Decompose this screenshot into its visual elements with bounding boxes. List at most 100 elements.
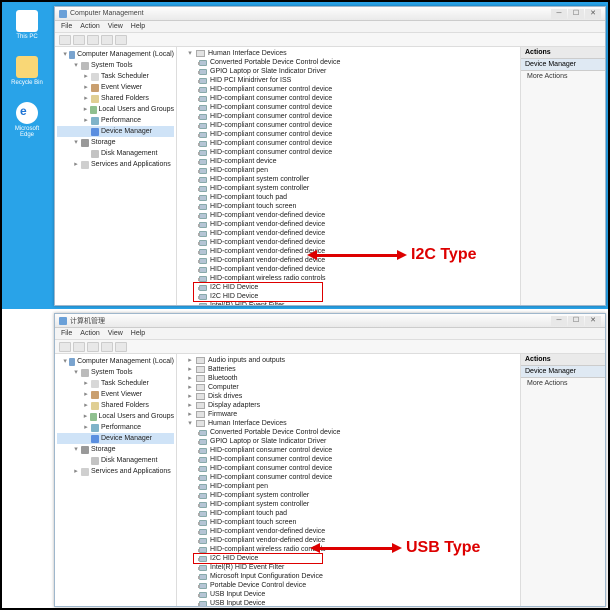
device-item[interactable]: I2C HID Device — [179, 283, 518, 292]
nav-event-viewer[interactable]: ▸Event Viewer — [57, 389, 174, 400]
menu-view[interactable]: View — [108, 23, 123, 30]
nav-event-viewer[interactable]: ▸Event Viewer — [57, 82, 174, 93]
device-item[interactable]: HID-compliant vendor-defined device — [179, 256, 518, 265]
device-item[interactable]: Converted Portable Device Control device — [179, 58, 518, 67]
device-item[interactable]: HID-compliant vendor-defined device — [179, 247, 518, 256]
titlebar[interactable]: Computer Management ─ ☐ ✕ — [55, 7, 605, 21]
device-category[interactable]: ▸Display adapters — [179, 401, 518, 410]
nav-services[interactable]: ▸Services and Applications — [57, 466, 174, 477]
device-item[interactable]: HID-compliant touch screen — [179, 518, 518, 527]
toolbar-refresh-icon[interactable] — [87, 35, 99, 45]
device-item[interactable]: HID-compliant consumer control device — [179, 121, 518, 130]
menu-action[interactable]: Action — [80, 330, 99, 337]
toolbar-refresh-icon[interactable] — [87, 342, 99, 352]
menu-help[interactable]: Help — [131, 330, 145, 337]
device-item[interactable]: HID-compliant touch pad — [179, 193, 518, 202]
device-item[interactable]: HID-compliant consumer control device — [179, 148, 518, 157]
toolbar-help-icon[interactable] — [115, 342, 127, 352]
device-item[interactable]: HID-compliant consumer control device — [179, 139, 518, 148]
nav-root[interactable]: ▾Computer Management (Local) — [57, 49, 174, 60]
device-category[interactable]: ▸Batteries — [179, 365, 518, 374]
device-item[interactable]: Microsoft Input Configuration Device — [179, 572, 518, 581]
device-item[interactable]: GPIO Laptop or Slate Indicator Driver — [179, 437, 518, 446]
toolbar-back-icon[interactable] — [59, 342, 71, 352]
menu-file[interactable]: File — [61, 330, 72, 337]
device-category[interactable]: ▸Bluetooth — [179, 374, 518, 383]
device-item[interactable]: HID-compliant system controller — [179, 491, 518, 500]
desktop-icon-this-pc[interactable]: This PC — [10, 10, 44, 40]
nav-task-scheduler[interactable]: ▸Task Scheduler — [57, 71, 174, 82]
device-item[interactable]: HID-compliant vendor-defined device — [179, 211, 518, 220]
menu-action[interactable]: Action — [80, 23, 99, 30]
nav-services[interactable]: ▸Services and Applications — [57, 159, 174, 170]
device-item[interactable]: HID-compliant system controller — [179, 184, 518, 193]
device-list-pane[interactable]: ▾Human Interface Devices Converted Porta… — [177, 47, 520, 305]
desktop-icon-edge[interactable]: eMicrosoft Edge — [10, 102, 44, 138]
close-button[interactable]: ✕ — [585, 9, 601, 19]
device-item[interactable]: HID-compliant consumer control device — [179, 464, 518, 473]
toolbar-properties-icon[interactable] — [101, 35, 113, 45]
nav-task-scheduler[interactable]: ▸Task Scheduler — [57, 378, 174, 389]
device-item[interactable]: HID-compliant touch pad — [179, 509, 518, 518]
device-item[interactable]: HID-compliant vendor-defined device — [179, 265, 518, 274]
toolbar-help-icon[interactable] — [115, 35, 127, 45]
device-item[interactable]: USB Input Device — [179, 599, 518, 606]
nav-device-manager[interactable]: Device Manager — [57, 126, 174, 137]
device-item[interactable]: HID-compliant vendor-defined device — [179, 536, 518, 545]
toolbar-properties-icon[interactable] — [101, 342, 113, 352]
nav-device-manager[interactable]: Device Manager — [57, 433, 174, 444]
device-category-hid[interactable]: ▾Human Interface Devices — [179, 49, 518, 58]
device-item[interactable]: HID-compliant consumer control device — [179, 473, 518, 482]
device-item[interactable]: Portable Device Control device — [179, 581, 518, 590]
device-category[interactable]: ▸Audio inputs and outputs — [179, 356, 518, 365]
device-item[interactable]: HID-compliant wireless radio controls — [179, 545, 518, 554]
menu-view[interactable]: View — [108, 330, 123, 337]
nav-local-users[interactable]: ▸Local Users and Groups — [57, 104, 174, 115]
nav-system-tools[interactable]: ▾System Tools — [57, 60, 174, 71]
device-item[interactable]: HID-compliant consumer control device — [179, 94, 518, 103]
device-item[interactable]: HID-compliant system controller — [179, 175, 518, 184]
nav-storage[interactable]: ▾Storage — [57, 444, 174, 455]
device-item[interactable]: HID PCI Minidriver for ISS — [179, 76, 518, 85]
nav-local-users[interactable]: ▸Local Users and Groups — [57, 411, 174, 422]
device-item[interactable]: HID-compliant vendor-defined device — [179, 229, 518, 238]
device-item[interactable]: HID-compliant device — [179, 157, 518, 166]
nav-disk-mgmt[interactable]: Disk Management — [57, 148, 174, 159]
device-item[interactable]: HID-compliant consumer control device — [179, 130, 518, 139]
device-item[interactable]: Converted Portable Device Control device — [179, 428, 518, 437]
device-category[interactable]: ▸Disk drives — [179, 392, 518, 401]
minimize-button[interactable]: ─ — [551, 316, 567, 326]
nav-tree[interactable]: ▾Computer Management (Local) ▾System Too… — [55, 47, 177, 305]
actions-more[interactable]: More Actions — [521, 378, 605, 389]
device-item[interactable]: HID-compliant wireless radio controls — [179, 274, 518, 283]
maximize-button[interactable]: ☐ — [568, 9, 584, 19]
nav-tree[interactable]: ▾Computer Management (Local) ▾System Too… — [55, 354, 177, 606]
titlebar[interactable]: 计算机管理 ─ ☐ ✕ — [55, 314, 605, 328]
device-item[interactable]: HID-compliant touch screen — [179, 202, 518, 211]
device-item[interactable]: Intel(R) HID Event Filter — [179, 563, 518, 572]
device-item[interactable]: I2C HID Device — [179, 292, 518, 301]
device-item[interactable]: HID-compliant vendor-defined device — [179, 220, 518, 229]
nav-shared-folders[interactable]: ▸Shared Folders — [57, 400, 174, 411]
desktop-icon-recycle-bin[interactable]: Recycle Bin — [10, 56, 44, 86]
device-item[interactable]: I2C HID Device — [179, 554, 518, 563]
close-button[interactable]: ✕ — [585, 316, 601, 326]
device-category[interactable]: ▾Human Interface Devices — [179, 419, 518, 428]
device-category[interactable]: ▸Firmware — [179, 410, 518, 419]
device-item[interactable]: HID-compliant consumer control device — [179, 455, 518, 464]
device-item[interactable]: HID-compliant consumer control device — [179, 103, 518, 112]
device-category[interactable]: ▸Computer — [179, 383, 518, 392]
toolbar-back-icon[interactable] — [59, 35, 71, 45]
menu-file[interactable]: File — [61, 23, 72, 30]
device-item[interactable]: Intel(R) HID Event Filter — [179, 301, 518, 305]
nav-system-tools[interactable]: ▾System Tools — [57, 367, 174, 378]
device-item[interactable]: HID-compliant pen — [179, 166, 518, 175]
device-item[interactable]: USB Input Device — [179, 590, 518, 599]
device-item[interactable]: HID-compliant vendor-defined device — [179, 527, 518, 536]
toolbar-forward-icon[interactable] — [73, 342, 85, 352]
nav-performance[interactable]: ▸Performance — [57, 422, 174, 433]
maximize-button[interactable]: ☐ — [568, 316, 584, 326]
device-list-pane[interactable]: ▸Audio inputs and outputs▸Batteries▸Blue… — [177, 354, 520, 606]
device-item[interactable]: HID-compliant vendor-defined device — [179, 238, 518, 247]
device-item[interactable]: GPIO Laptop or Slate Indicator Driver — [179, 67, 518, 76]
